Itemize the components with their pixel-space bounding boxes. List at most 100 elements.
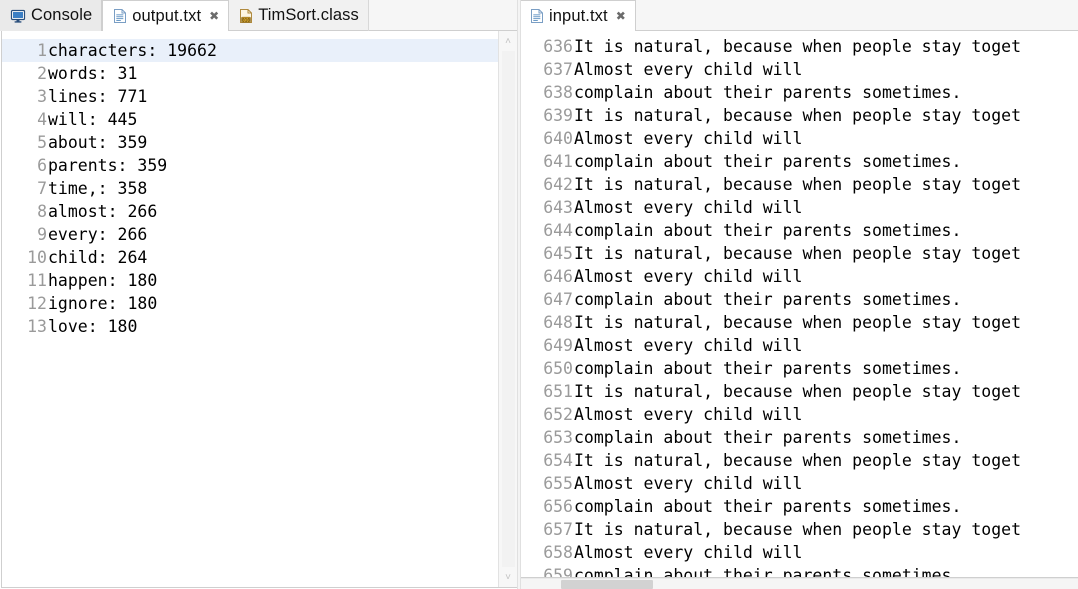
code-line[interactable]: 649 Almost every child will [520, 334, 1078, 357]
code-line[interactable]: 641 complain about their parents sometim… [520, 150, 1078, 173]
left-tab-bar: Console output.txt ✖ 010 TimSort.class [0, 0, 519, 32]
code-line[interactable]: 637 Almost every child will [520, 58, 1078, 81]
panel-splitter[interactable] [517, 0, 521, 589]
left-tab-bar-filler [368, 0, 519, 31]
line-text: Almost every child will [574, 198, 803, 217]
line-text: It is natural, because when people stay … [574, 37, 1022, 56]
right-horizontal-scroll-thumb[interactable] [561, 580, 653, 589]
line-text: ignore: 180 [48, 294, 158, 313]
left-scroll-track[interactable] [501, 51, 515, 567]
code-line[interactable]: 657 It is natural, because when people s… [520, 518, 1078, 541]
tab-output-txt[interactable]: output.txt ✖ [102, 0, 230, 32]
code-line[interactable]: 645 It is natural, because when people s… [520, 242, 1078, 265]
line-number: 641 [543, 152, 573, 171]
code-line[interactable]: 659 complain about their parents sometim… [520, 564, 1078, 577]
line-number: 643 [543, 198, 573, 217]
code-line[interactable]: 9 every: 266 [2, 223, 498, 246]
line-text: complain about their parents sometimes. [574, 428, 962, 447]
tab-timsort-class[interactable]: 010 TimSort.class [229, 0, 369, 31]
line-text: Almost every child will [574, 129, 803, 148]
code-line[interactable]: 648 It is natural, because when people s… [520, 311, 1078, 334]
left-editor-body: 1 characters: 19662 2 words: 31 3 lines:… [1, 31, 518, 588]
right-editor-body: 636 It is natural, because when people s… [519, 31, 1078, 578]
code-line[interactable]: 11 happen: 180 [2, 269, 498, 292]
line-text: almost: 266 [48, 202, 158, 221]
line-number: 648 [543, 313, 573, 332]
line-number: 640 [543, 129, 573, 148]
code-line[interactable]: 640 Almost every child will [520, 127, 1078, 150]
line-number: 639 [543, 106, 573, 125]
code-line[interactable]: 5 about: 359 [2, 131, 498, 154]
code-line[interactable]: 642 It is natural, because when people s… [520, 173, 1078, 196]
close-icon[interactable]: ✖ [209, 10, 219, 22]
line-text: complain about their parents sometimes. [574, 221, 962, 240]
code-line[interactable]: 650 complain about their parents sometim… [520, 357, 1078, 380]
line-number: 9 [37, 225, 47, 244]
output-txt-code-area[interactable]: 1 characters: 19662 2 words: 31 3 lines:… [2, 31, 498, 587]
input-txt-code-area[interactable]: 636 It is natural, because when people s… [520, 31, 1078, 577]
code-line[interactable]: 8 almost: 266 [2, 200, 498, 223]
line-number: 655 [543, 474, 573, 493]
code-line[interactable]: 4 will: 445 [2, 108, 498, 131]
code-line[interactable]: 1 characters: 19662 [2, 39, 498, 62]
line-text: Almost every child will [574, 60, 803, 79]
line-number: 2 [37, 64, 47, 83]
text-file-icon [113, 8, 127, 24]
line-text: Almost every child will [574, 336, 803, 355]
line-number: 651 [543, 382, 573, 401]
line-text: It is natural, because when people stay … [574, 244, 1022, 263]
line-number: 656 [543, 497, 573, 516]
line-text: words: 31 [48, 64, 138, 83]
tab-console[interactable]: Console [0, 0, 103, 31]
code-line[interactable]: 658 Almost every child will [520, 541, 1078, 564]
line-number: 645 [543, 244, 573, 263]
line-text: It is natural, because when people stay … [574, 451, 1022, 470]
code-line[interactable]: 646 Almost every child will [520, 265, 1078, 288]
line-text: It is natural, because when people stay … [574, 175, 1022, 194]
code-line[interactable]: 3 lines: 771 [2, 85, 498, 108]
editor-workbench: Console output.txt ✖ 010 TimSort.class 1… [0, 0, 1078, 589]
line-text: lines: 771 [48, 87, 148, 106]
line-number: 10 [27, 248, 47, 267]
line-number: 657 [543, 520, 573, 539]
line-text: child: 264 [48, 248, 148, 267]
line-number: 644 [543, 221, 573, 240]
code-line[interactable]: 656 complain about their parents sometim… [520, 495, 1078, 518]
line-text: complain about their parents sometimes. [574, 566, 962, 577]
tab-input-txt[interactable]: input.txt ✖ [519, 0, 636, 32]
scroll-up-icon[interactable]: ˄ [499, 31, 518, 51]
code-line[interactable]: 636 It is natural, because when people s… [520, 35, 1078, 58]
code-line[interactable]: 6 parents: 359 [2, 154, 498, 177]
code-line[interactable]: 13 love: 180 [2, 315, 498, 338]
right-horizontal-scrollbar[interactable] [519, 578, 1078, 589]
code-line[interactable]: 12 ignore: 180 [2, 292, 498, 315]
line-text: complain about their parents sometimes. [574, 152, 962, 171]
code-line[interactable]: 10 child: 264 [2, 246, 498, 269]
line-number: 659 [543, 566, 573, 577]
code-line[interactable]: 653 complain about their parents sometim… [520, 426, 1078, 449]
code-line[interactable]: 647 complain about their parents sometim… [520, 288, 1078, 311]
code-line[interactable]: 7 time,: 358 [2, 177, 498, 200]
line-text: It is natural, because when people stay … [574, 106, 1022, 125]
scroll-down-icon[interactable]: ˅ [499, 567, 518, 587]
left-vertical-scrollbar[interactable]: ˄ ˅ [498, 31, 517, 587]
line-number: 13 [27, 317, 47, 336]
code-line[interactable]: 644 complain about their parents sometim… [520, 219, 1078, 242]
tab-input-txt-label: input.txt [549, 6, 608, 25]
code-line[interactable]: 643 Almost every child will [520, 196, 1078, 219]
code-line[interactable]: 2 words: 31 [2, 62, 498, 85]
close-icon[interactable]: ✖ [616, 10, 626, 22]
line-number: 5 [37, 133, 47, 152]
code-line[interactable]: 654 It is natural, because when people s… [520, 449, 1078, 472]
code-line[interactable]: 651 It is natural, because when people s… [520, 380, 1078, 403]
line-text: complain about their parents sometimes. [574, 83, 962, 102]
code-line[interactable]: 652 Almost every child will [520, 403, 1078, 426]
line-number: 11 [27, 271, 47, 290]
code-line[interactable]: 655 Almost every child will [520, 472, 1078, 495]
line-number: 647 [543, 290, 573, 309]
line-number: 6 [37, 156, 47, 175]
code-line[interactable]: 638 complain about their parents sometim… [520, 81, 1078, 104]
right-tab-bar: input.txt ✖ [519, 0, 1078, 32]
code-line[interactable]: 639 It is natural, because when people s… [520, 104, 1078, 127]
line-text: complain about their parents sometimes. [574, 497, 962, 516]
